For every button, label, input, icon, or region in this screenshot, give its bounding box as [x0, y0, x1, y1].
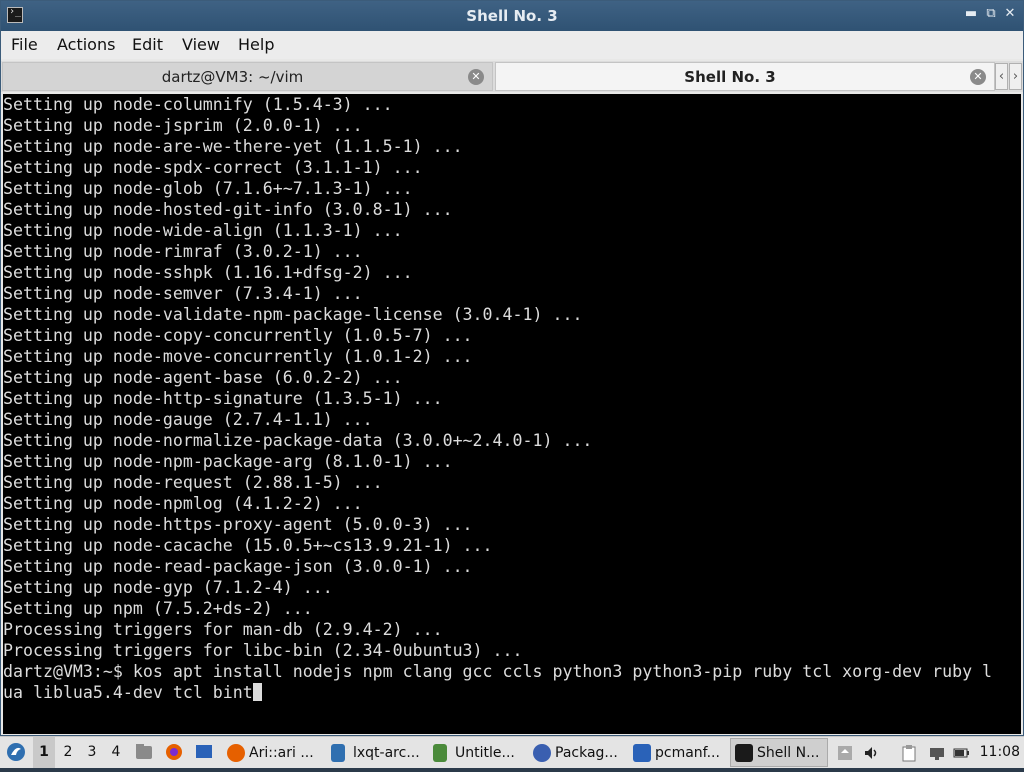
show-desktop-icon[interactable]	[193, 737, 215, 768]
terminal-line: Processing triggers for man-db (2.9.4-2)…	[3, 620, 443, 639]
task-label: lxqt-arc...	[353, 745, 420, 761]
desktop-1[interactable]: 1	[33, 737, 55, 768]
firefox-launcher-icon[interactable]	[163, 737, 185, 768]
terminal-line: Setting up node-wide-align (1.1.3-1) ...	[3, 221, 403, 240]
terminal-line: Setting up node-agent-base (6.0.2-2) ...	[3, 368, 403, 387]
menu-bar: File Actions Edit View Help	[1, 31, 1023, 59]
terminal-line: Setting up node-read-package-json (3.0.0…	[3, 557, 473, 576]
task-firefox[interactable]: Ari::ari ...	[222, 738, 322, 767]
tab-scroll-right-icon[interactable]: ›	[1009, 63, 1022, 90]
clipboard-icon[interactable]	[900, 744, 918, 762]
folder-icon	[633, 744, 651, 762]
terminal-line: Processing triggers for libc-bin (2.34-0…	[3, 641, 523, 660]
close-button[interactable]: ✕	[1002, 6, 1018, 24]
terminal-line: dartz@VM3:~$ kos apt install nodejs npm …	[3, 662, 993, 681]
restore-button[interactable]: ⧉	[983, 6, 999, 24]
terminal-icon	[735, 744, 753, 762]
task-label: Ari::ari ...	[249, 745, 314, 761]
desktop-4[interactable]: 4	[105, 737, 127, 768]
terminal-output[interactable]: Setting up node-columnify (1.5.4-3) ... S…	[3, 94, 1021, 734]
terminal-line: Setting up node-validate-npm-package-lic…	[3, 305, 583, 324]
volume-icon[interactable]	[862, 744, 880, 762]
taskbar: 1 2 3 4 Ari::ari ... lxqt-arc... Untitle…	[0, 736, 1024, 768]
terminal-line: Setting up node-sshpk (1.16.1+dfsg-2) ..…	[3, 263, 413, 282]
power-battery-icon[interactable]	[952, 744, 970, 762]
task-label: Packag...	[555, 745, 618, 761]
terminal-line: Setting up node-spdx-correct (3.1.1-1) .…	[3, 158, 423, 177]
terminal-line: ua liblua5.4-dev tcl bint	[3, 682, 1021, 703]
title-bar[interactable]: Shell No. 3 ▬ ⧉ ✕	[1, 1, 1023, 31]
document-icon	[331, 744, 345, 762]
menu-help[interactable]: Help	[238, 35, 274, 54]
tray-notification-icon[interactable]	[836, 744, 854, 762]
terminal-line: Setting up node-gauge (2.7.4-1.1) ...	[3, 410, 373, 429]
terminal-window: Shell No. 3 ▬ ⧉ ✕ File Actions Edit View…	[0, 0, 1024, 736]
desktop-2[interactable]: 2	[57, 737, 79, 768]
terminal-line: Setting up node-normalize-package-data (…	[3, 431, 593, 450]
task-label: Untitle...	[455, 745, 515, 761]
terminal-cursor	[252, 683, 262, 701]
terminal-line: Setting up node-https-proxy-agent (5.0.0…	[3, 515, 473, 534]
terminal-line: Setting up node-request (2.88.1-5) ...	[3, 473, 383, 492]
network-icon[interactable]	[928, 744, 946, 762]
firefox-icon	[227, 744, 245, 762]
terminal-line: Setting up node-http-signature (1.3.5-1)…	[3, 389, 443, 408]
file-manager-launcher-icon[interactable]	[133, 737, 155, 768]
terminal-line: Setting up node-semver (7.3.4-1) ...	[3, 284, 363, 303]
start-menu-icon[interactable]	[4, 737, 28, 768]
task-package-manager[interactable]: Packag...	[528, 738, 624, 767]
task-lxqt-archiver[interactable]: lxqt-arc...	[326, 738, 424, 767]
task-pcmanfm[interactable]: pcmanf...	[628, 738, 726, 767]
terminal-line: Setting up node-rimraf (3.0.2-1) ...	[3, 242, 363, 261]
tab-label: Shell No. 3	[684, 68, 776, 86]
menu-actions[interactable]: Actions	[57, 35, 115, 54]
tab-bar: dartz@VM3: ~/vim ✕ Shell No. 3 ✕ ‹ ›	[1, 61, 1023, 92]
tab-scroll-left-icon[interactable]: ‹	[995, 63, 1008, 90]
tab-shell-3[interactable]: Shell No. 3 ✕	[495, 62, 995, 91]
terminal-line: Setting up node-cacache (15.0.5+~cs13.9.…	[3, 536, 493, 555]
package-manager-icon	[533, 744, 551, 762]
task-shell[interactable]: Shell N...	[730, 738, 828, 767]
text-editor-icon	[433, 744, 447, 762]
desktop-3[interactable]: 3	[81, 737, 103, 768]
terminal-line: Setting up node-npm-package-arg (8.1.0-1…	[3, 452, 453, 471]
window-title: Shell No. 3	[466, 7, 558, 25]
terminal-line: Setting up node-npmlog (4.1.2-2) ...	[3, 494, 363, 513]
terminal-line: Setting up node-copy-concurrently (1.0.5…	[3, 326, 473, 345]
terminal-line: Setting up node-gyp (7.1.2-4) ...	[3, 578, 333, 597]
terminal-line: Setting up node-columnify (1.5.4-3) ...	[3, 95, 393, 114]
terminal-line: Setting up node-move-concurrently (1.0.1…	[3, 347, 473, 366]
terminal-text: Setting up node-columnify (1.5.4-3) ... S…	[3, 94, 1021, 703]
terminal-line: Setting up node-are-we-there-yet (1.1.5-…	[3, 137, 463, 156]
task-text-editor[interactable]: Untitle...	[428, 738, 524, 767]
minimize-button[interactable]: ▬	[963, 6, 979, 24]
clock[interactable]: 11:08	[980, 744, 1020, 760]
terminal-line: Setting up node-jsprim (2.0.0-1) ...	[3, 116, 363, 135]
tab-close-icon[interactable]: ✕	[970, 69, 986, 85]
terminal-line: Setting up npm (7.5.2+ds-2) ...	[3, 599, 313, 618]
tab-vim[interactable]: dartz@VM3: ~/vim ✕	[2, 62, 493, 91]
task-label: pcmanf...	[655, 745, 720, 761]
menu-edit[interactable]: Edit	[132, 35, 163, 54]
tab-label: dartz@VM3: ~/vim	[161, 68, 304, 86]
menu-file[interactable]: File	[11, 35, 38, 54]
tab-close-icon[interactable]: ✕	[468, 69, 484, 85]
terminal-line: Setting up node-hosted-git-info (3.0.8-1…	[3, 200, 453, 219]
terminal-line: Setting up node-glob (7.1.6+~7.1.3-1) ..…	[3, 179, 413, 198]
task-label: Shell N...	[757, 745, 820, 761]
menu-view[interactable]: View	[182, 35, 220, 54]
